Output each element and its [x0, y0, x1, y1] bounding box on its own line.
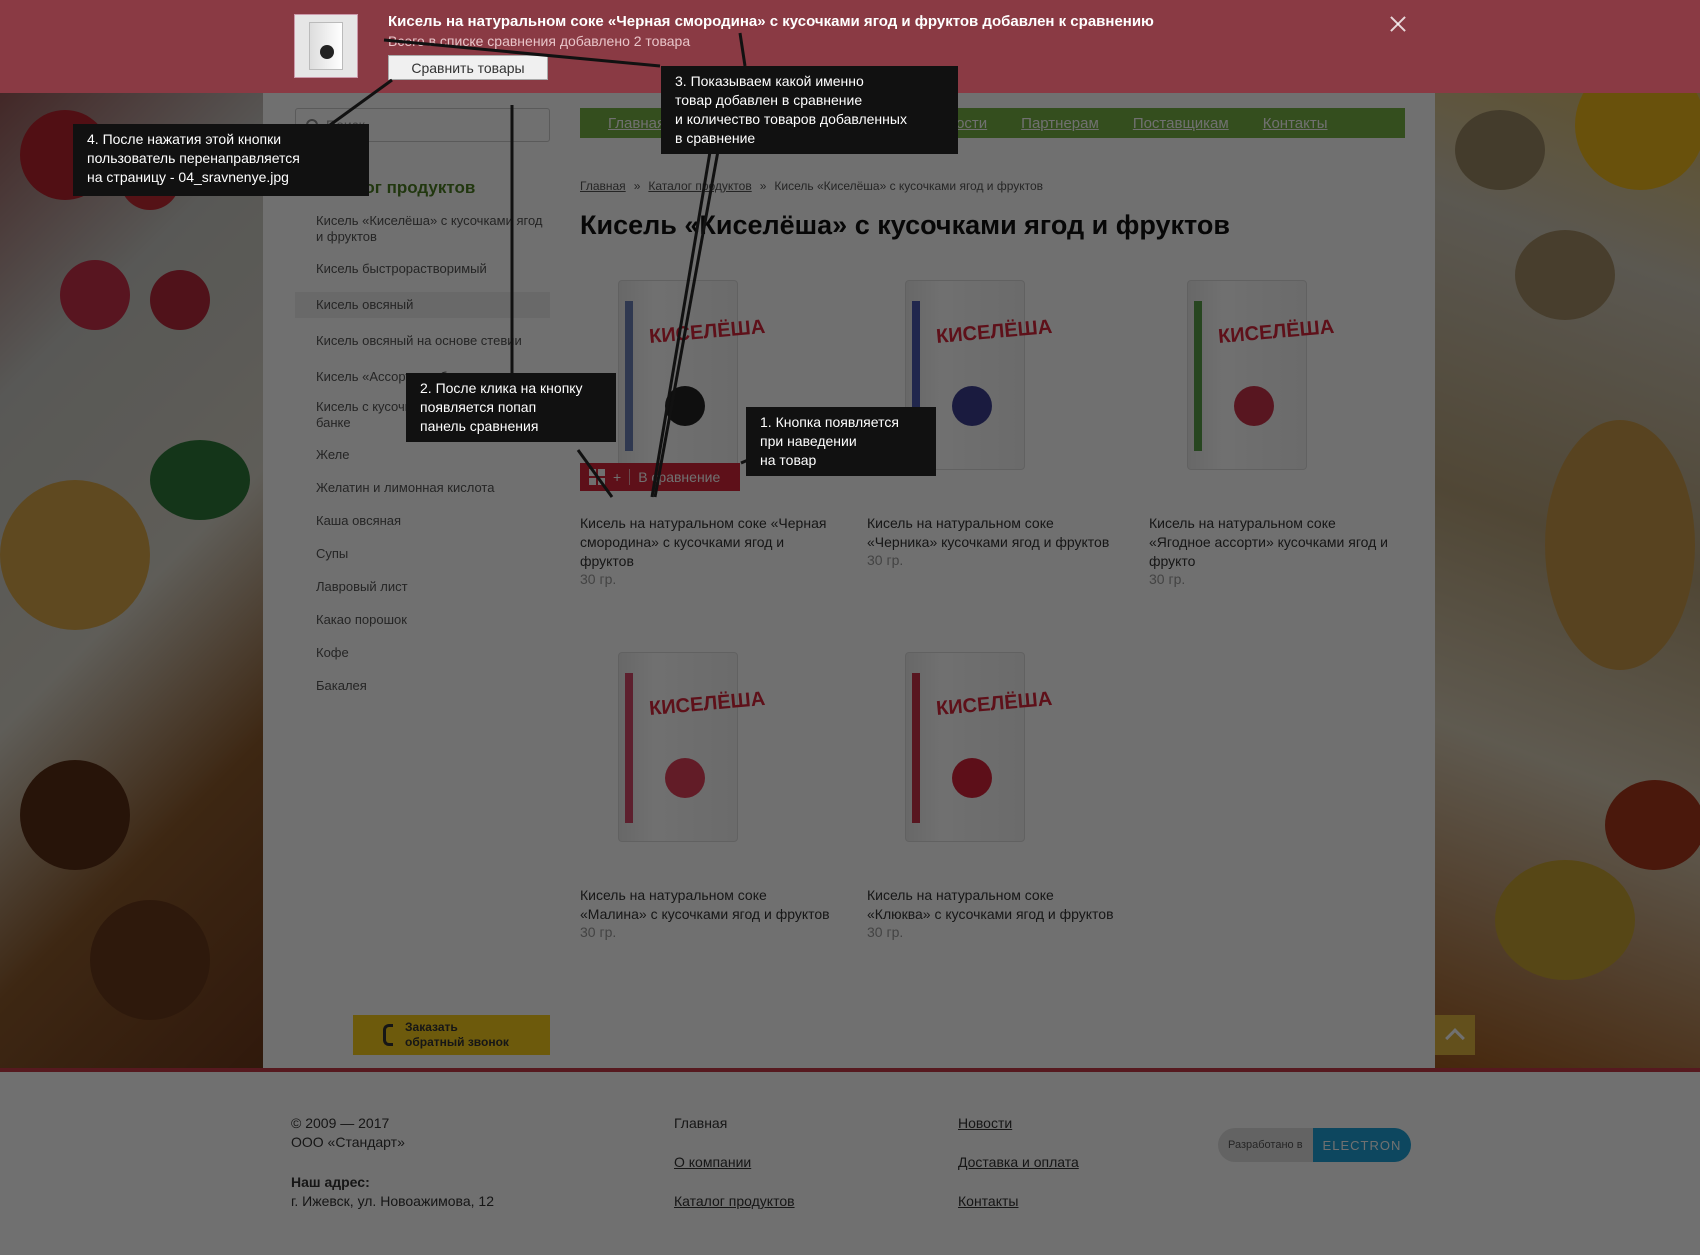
berry-icon	[665, 386, 705, 426]
breadcrumb-separator: »	[633, 179, 641, 193]
annotation-note-2: 2. После клика на кнопку появляется попа…	[406, 373, 616, 442]
product-image[interactable]: КИСЕЛЁША	[618, 652, 766, 842]
sidebar-item[interactable]: Желе	[295, 442, 550, 468]
footer-company: © 2009 — 2017 ООО «Стандарт» Наш адрес: …	[291, 1114, 494, 1211]
footer-link-about[interactable]: О компании	[674, 1153, 795, 1172]
right-food-background	[1435, 0, 1700, 1070]
breadcrumb-home[interactable]: Главная	[580, 179, 626, 193]
developer-label: Разработано в	[1218, 1128, 1313, 1162]
product-name[interactable]: Кисель на натуральном соке «Ягодное ассо…	[1149, 514, 1399, 571]
callback-line2: обратный звонок	[405, 1035, 509, 1049]
compare-label: В сравнение	[638, 469, 721, 485]
footer-link-news[interactable]: Новости	[958, 1114, 1079, 1133]
callback-button[interactable]: Заказать обратный звонок	[353, 1015, 550, 1055]
popup-product-thumbnail	[294, 14, 358, 78]
sidebar-item[interactable]: Каша овсяная	[295, 508, 550, 534]
close-icon[interactable]	[1388, 14, 1408, 34]
breadcrumb-current: Кисель «Киселёша» с кусочками ягод и фру…	[774, 179, 1044, 193]
nav-item-suppliers[interactable]: Поставщикам	[1133, 115, 1229, 132]
product-name[interactable]: Кисель на натуральном соке «Малина» с ку…	[580, 886, 830, 924]
footer-company-name: ООО «Стандарт»	[291, 1134, 405, 1150]
category-list: Кисель «Киселёша» с кусочками ягод и фру…	[295, 208, 550, 699]
sidebar-item[interactable]: Бакалея	[295, 673, 550, 699]
product-brand: КИСЕЛЁША	[935, 315, 1054, 349]
callback-line1: Заказать	[405, 1020, 458, 1034]
page-title: Кисель «Киселёша» с кусочками ягод и фру…	[580, 210, 1230, 240]
product-card[interactable]: КИСЕЛЁША Кисель на натуральном соке «Яго…	[1149, 280, 1399, 587]
product-name[interactable]: Кисель на натуральном соке «Черная сморо…	[580, 514, 830, 571]
product-weight: 30 гр.	[1149, 571, 1186, 587]
product-weight: 30 гр.	[580, 924, 617, 940]
compare-products-button[interactable]: Сравнить товары	[388, 55, 548, 80]
product-name[interactable]: Кисель на натуральном соке «Клюква» с ку…	[867, 886, 1117, 924]
product-image[interactable]: КИСЕЛЁША	[618, 280, 766, 470]
footer	[0, 1068, 1700, 1255]
nav-item-home[interactable]: Главная	[608, 115, 665, 132]
product-brand: КИСЕЛЁША	[1217, 315, 1336, 349]
footer-address: г. Ижевск, ул. Новоажимова, 12	[291, 1193, 494, 1209]
sidebar-item[interactable]: Какао порошок	[295, 607, 550, 633]
phone-icon	[383, 1024, 393, 1046]
product-image[interactable]: КИСЕЛЁША	[905, 652, 1053, 842]
annotation-note-3: 3. Показываем какой именно товар добавле…	[661, 66, 958, 154]
breadcrumb-catalog[interactable]: Каталог продуктов	[648, 179, 751, 193]
footer-links-col2: Главная О компании Каталог продуктов	[674, 1114, 795, 1231]
sidebar-item[interactable]: Лавровый лист	[295, 574, 550, 600]
annotation-note-1: 1. Кнопка появляется при наведении на то…	[746, 407, 936, 476]
sidebar-item[interactable]: Супы	[295, 541, 550, 567]
product-weight: 30 гр.	[867, 924, 904, 940]
berry-icon	[1234, 386, 1274, 426]
nav-item-partners[interactable]: Партнерам	[1021, 115, 1099, 132]
product-image[interactable]: КИСЕЛЁША	[1187, 280, 1335, 470]
footer-link-contacts[interactable]: Контакты	[958, 1192, 1079, 1211]
product-brand: КИСЕЛЁША	[935, 687, 1054, 721]
sidebar-item-active[interactable]: Кисель овсяный	[295, 292, 550, 318]
add-to-compare-button[interactable]: + В сравнение	[580, 463, 740, 491]
nav-item-contacts[interactable]: Контакты	[1263, 115, 1328, 132]
sidebar-item[interactable]: Кисель «Киселёша» с кусочками ягод и фру…	[295, 208, 550, 250]
berry-icon	[665, 758, 705, 798]
breadcrumb: Главная » Каталог продуктов » Кисель «Ки…	[580, 179, 1043, 193]
plus-icon: +	[613, 469, 622, 485]
electron-logo: ELECTRON	[1312, 1128, 1412, 1162]
chevron-up-icon	[1445, 1028, 1465, 1048]
developer-badge[interactable]: Разработано в ELECTRON	[1218, 1128, 1412, 1162]
footer-link-catalog[interactable]: Каталог продуктов	[674, 1192, 795, 1211]
berry-icon	[952, 386, 992, 426]
product-card[interactable]: КИСЕЛЁША Кисель на натуральном соке «Мал…	[580, 652, 830, 940]
sidebar-item[interactable]: Кисель быстрорастворимый	[295, 256, 550, 282]
footer-link-home[interactable]: Главная	[674, 1114, 795, 1133]
product-brand: КИСЕЛЁША	[648, 687, 767, 721]
scroll-top-button[interactable]	[1435, 1015, 1475, 1055]
product-weight: 30 гр.	[867, 552, 904, 568]
footer-links-col3: Новости Доставка и оплата Контакты	[958, 1114, 1079, 1231]
product-weight: 30 гр.	[580, 571, 617, 587]
sidebar-item[interactable]: Желатин и лимонная кислота	[295, 475, 550, 501]
footer-copyright: © 2009 — 2017	[291, 1115, 390, 1131]
product-card[interactable]: КИСЕЛЁША Кисель на натуральном соке «Клю…	[867, 652, 1117, 940]
sidebar-item[interactable]: Кофе	[295, 640, 550, 666]
berry-icon	[952, 758, 992, 798]
footer-address-label: Наш адрес:	[291, 1174, 370, 1190]
sidebar-item[interactable]: Кисель овсяный на основе стевии	[295, 328, 550, 354]
product-name[interactable]: Кисель на натуральном соке «Черника» кус…	[867, 514, 1117, 552]
footer-link-delivery[interactable]: Доставка и оплата	[958, 1153, 1079, 1172]
popup-subtitle: Всего в списке сравнения добавлено 2 тов…	[388, 33, 691, 49]
annotation-note-4: 4. После нажатия этой кнопки пользовател…	[73, 124, 369, 196]
product-brand: КИСЕЛЁША	[648, 315, 767, 349]
popup-title: Кисель на натуральном соке «Черная сморо…	[388, 13, 1154, 30]
breadcrumb-separator: »	[759, 179, 767, 193]
grid-icon	[589, 469, 605, 485]
